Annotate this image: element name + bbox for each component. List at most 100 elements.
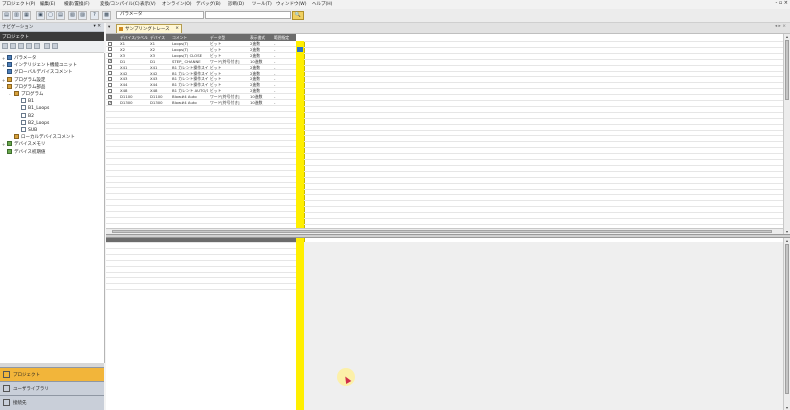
table-cell: X3 bbox=[120, 52, 126, 58]
nav-tool-icon[interactable] bbox=[44, 43, 50, 49]
tree-item[interactable]: SUB bbox=[21, 127, 37, 134]
tree-item[interactable]: B1 bbox=[21, 98, 34, 105]
row-checkbox[interactable] bbox=[108, 71, 112, 75]
table-cell: D1300 bbox=[120, 100, 133, 105]
nav-button-user-library[interactable]: ユーザライブラリ bbox=[0, 381, 104, 395]
menu-item[interactable]: 編集(E) bbox=[40, 1, 55, 7]
nav-tool-icon[interactable] bbox=[34, 43, 40, 49]
scroll-down-icon[interactable]: ▾ bbox=[784, 405, 790, 410]
window-controls[interactable]: - ▫ × bbox=[775, 0, 788, 6]
tree-item[interactable]: プログラム bbox=[14, 91, 43, 98]
tree-item-label: SUB bbox=[28, 128, 38, 133]
row-checkbox[interactable]: ✓ bbox=[108, 100, 112, 105]
menu-item[interactable]: 変換/コンパイル(C) bbox=[100, 1, 140, 7]
table-cell: 2進数 bbox=[250, 64, 261, 70]
grid-line bbox=[304, 70, 783, 72]
save-icon[interactable]: ▦ bbox=[22, 11, 31, 20]
expand-icon[interactable]: - bbox=[9, 92, 10, 97]
row-checkbox[interactable] bbox=[108, 88, 112, 93]
row-checkbox[interactable] bbox=[108, 47, 112, 52]
row-checkbox[interactable]: ✓ bbox=[108, 94, 112, 99]
search-combo[interactable] bbox=[205, 11, 291, 19]
save-all-icon[interactable]: ▤ bbox=[56, 11, 65, 20]
tree-item[interactable]: インテリジェント機能ユニット bbox=[7, 62, 77, 69]
grid-line bbox=[304, 82, 783, 84]
row-checkbox[interactable] bbox=[108, 76, 112, 81]
tree-item[interactable]: プログラム設定 bbox=[7, 76, 45, 84]
menu-item[interactable]: 検索/置換(F) bbox=[64, 1, 90, 7]
tree-item[interactable]: B2_Loops bbox=[21, 119, 49, 127]
grid-line bbox=[304, 200, 783, 202]
table-cell: - bbox=[274, 100, 276, 105]
expand-icon[interactable]: + bbox=[2, 63, 5, 68]
nav-tool-icon[interactable] bbox=[2, 43, 8, 49]
write-plc-icon[interactable]: ▧ bbox=[68, 11, 77, 20]
table-cell: D1100 bbox=[150, 94, 163, 100]
new-project-icon[interactable]: ▤ bbox=[2, 11, 11, 20]
nav-tool-icon[interactable] bbox=[26, 43, 32, 49]
grid-line bbox=[304, 153, 783, 155]
nav-button-connection[interactable]: 接続先 bbox=[0, 395, 104, 410]
tree-item[interactable]: デバイスメモリ bbox=[7, 141, 45, 148]
tab-sampling-trace[interactable]: サンプリングトレース × bbox=[116, 24, 182, 33]
menu-item[interactable]: プロジェクト(P) bbox=[2, 1, 35, 7]
scroll-up-icon[interactable]: ▴ bbox=[784, 34, 790, 39]
parameter-field[interactable]: パラメータ bbox=[116, 11, 204, 19]
menu-item[interactable]: ウィンドウ(W) bbox=[276, 1, 306, 7]
find-icon[interactable]: ▩ bbox=[102, 11, 111, 20]
menu-item[interactable]: 表示(V) bbox=[140, 1, 156, 7]
tab-list-icon[interactable]: ▾ bbox=[108, 25, 110, 30]
nav-button-project[interactable]: プロジェクト bbox=[0, 367, 104, 381]
expand-icon[interactable]: + bbox=[2, 56, 5, 61]
scroll-thumb[interactable] bbox=[112, 230, 772, 233]
menu-item[interactable]: ヘルプ(H) bbox=[312, 1, 332, 7]
table-cell: - bbox=[274, 52, 276, 58]
tree-item-label: グローバルデバイスコメント bbox=[14, 70, 73, 76]
tree-item[interactable]: グローバルデバイスコメント bbox=[7, 69, 72, 76]
pin-icon[interactable]: ▾ ✕ bbox=[94, 24, 101, 29]
close-tab-icon[interactable]: × bbox=[175, 26, 179, 31]
row-checkbox[interactable] bbox=[108, 82, 112, 87]
scroll-thumb[interactable] bbox=[785, 40, 789, 100]
row-checkbox[interactable] bbox=[108, 41, 112, 46]
tree-item[interactable]: B2 bbox=[21, 112, 34, 120]
menu-item[interactable]: ツール(T) bbox=[252, 1, 272, 7]
nav-tool-icon[interactable] bbox=[10, 43, 16, 49]
selected-cell[interactable] bbox=[297, 47, 303, 52]
expand-icon[interactable]: + bbox=[2, 78, 5, 83]
row-checkbox[interactable] bbox=[108, 53, 112, 58]
tree-item[interactable]: プログラム部品 bbox=[7, 83, 45, 91]
grid-line bbox=[106, 253, 296, 255]
project-header: プロジェクト bbox=[0, 32, 104, 41]
open-project-icon[interactable]: ▥ bbox=[12, 11, 21, 20]
read-plc-icon[interactable]: ▨ bbox=[78, 11, 87, 20]
menu-item[interactable]: 診断(D) bbox=[228, 1, 244, 7]
monitor-icon[interactable]: ▢ bbox=[46, 11, 55, 20]
row-checkbox[interactable]: ✓ bbox=[108, 59, 112, 64]
table-cell: Blow#4 Auto bbox=[172, 94, 197, 100]
tree-item-label: デバイス初期値 bbox=[14, 149, 46, 155]
expand-icon[interactable]: + bbox=[2, 142, 5, 147]
expand-icon[interactable]: - bbox=[2, 85, 3, 90]
table-cell: 2進数 bbox=[250, 88, 261, 94]
row-checkbox[interactable] bbox=[108, 65, 112, 70]
search-icon[interactable]: 🔍 bbox=[292, 11, 304, 20]
nav-tool-icon[interactable] bbox=[18, 43, 24, 49]
tree-item[interactable]: B1_Loops bbox=[21, 105, 49, 112]
tree-item[interactable]: デバイス初期値 bbox=[7, 148, 46, 156]
menu-item[interactable]: デバッグ(B) bbox=[196, 1, 221, 7]
scroll-thumb[interactable] bbox=[785, 244, 789, 394]
grid-line bbox=[304, 188, 783, 190]
scroll-up-icon[interactable]: ▴ bbox=[784, 238, 790, 243]
upper-vertical-scrollbar[interactable]: ▴ ▾ bbox=[783, 34, 790, 234]
grid-line bbox=[304, 100, 783, 101]
tab-nav-icons[interactable]: ◂ ▸ × bbox=[775, 24, 786, 29]
print-icon[interactable]: ▣ bbox=[36, 11, 45, 20]
help-icon[interactable]: ? bbox=[90, 11, 99, 20]
tree-item[interactable]: ローカルデバイスコメント bbox=[14, 134, 75, 141]
lower-vertical-scrollbar[interactable]: ▴ ▾ bbox=[783, 238, 790, 410]
grid-line bbox=[304, 52, 783, 54]
nav-tool-icon[interactable] bbox=[52, 43, 58, 49]
tree-item[interactable]: パラメータ bbox=[7, 55, 36, 62]
menu-item[interactable]: オンライン(O) bbox=[162, 1, 192, 7]
